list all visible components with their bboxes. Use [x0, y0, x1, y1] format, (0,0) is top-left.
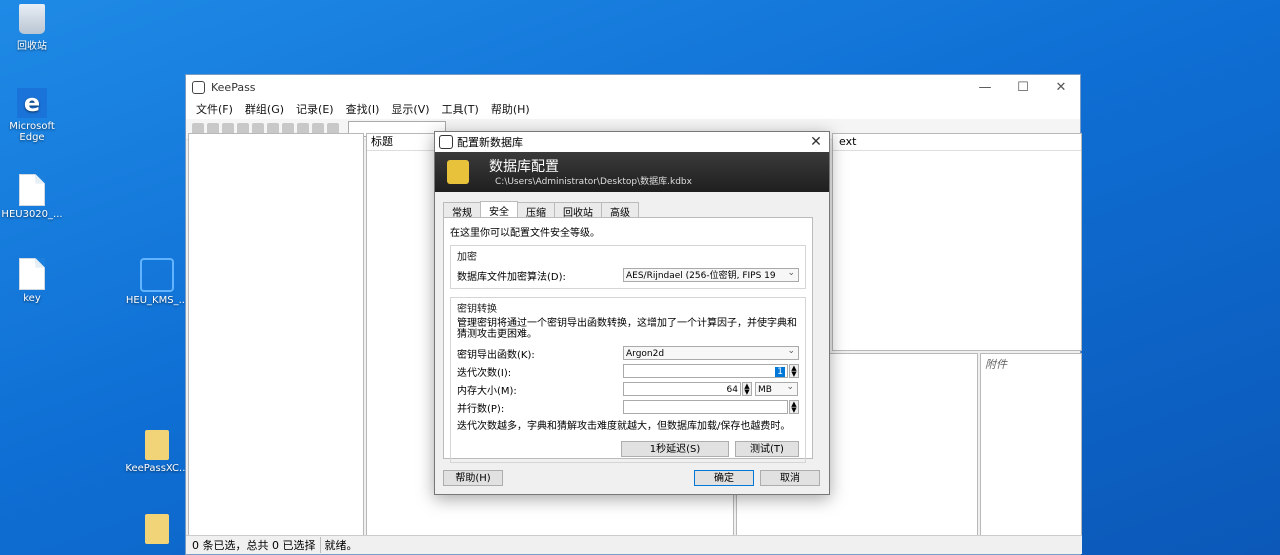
zip-folder-icon: [145, 514, 169, 544]
memory-unit-select[interactable]: MB: [755, 382, 798, 396]
key-transformation-group-title: 密钥转换: [457, 304, 497, 315]
menu-find[interactable]: 查找(I): [340, 101, 386, 117]
minimize-icon[interactable]: —: [966, 80, 1004, 95]
cancel-button[interactable]: 取消: [760, 470, 820, 486]
iterations-label: 迭代次数(I):: [457, 367, 512, 379]
ok-button[interactable]: 确定: [694, 470, 754, 486]
file-icon: [19, 174, 45, 206]
desktop-icon-heu-kms[interactable]: HEU_KMS_...: [122, 258, 192, 306]
desktop-icon-key[interactable]: key: [0, 258, 67, 304]
kms-app-icon: [140, 258, 174, 292]
encryption-group: 加密 数据库文件加密算法(D): AES/Rijndael (256-位密钥, …: [450, 245, 806, 289]
keepass-lock-icon: [439, 135, 453, 149]
desktop-icon-edge[interactable]: e Microsoft Edge: [0, 88, 67, 143]
memory-label: 内存大小(M):: [457, 385, 517, 397]
keepass-title-bar: KeePass — ☐ ✕: [186, 75, 1080, 99]
parallelism-input[interactable]: [623, 400, 788, 414]
dialog-title: 配置新数据库: [457, 136, 523, 149]
kdf-select[interactable]: Argon2d: [623, 346, 799, 360]
key-transformation-group: 密钥转换 管理密钥将通过一个密钥导出函数转换，这增加了一个计算因子，并使字典和猜…: [450, 297, 806, 463]
menu-entry[interactable]: 记录(E): [290, 101, 340, 117]
recycle-bin-icon: [19, 4, 45, 34]
desktop-icon-heu3020[interactable]: HEU3020_...: [0, 174, 67, 220]
status-ready: 就绪。: [324, 539, 358, 552]
banner-title: 数据库配置: [489, 159, 559, 175]
close-icon[interactable]: ✕: [803, 134, 829, 150]
menu-help[interactable]: 帮助(H): [485, 101, 536, 117]
desktop-icon-label: key: [23, 293, 41, 304]
menu-bar: 文件(F) 群组(G) 记录(E) 查找(I) 显示(V) 工具(T) 帮助(H…: [186, 99, 1080, 119]
dialog-title-bar: 配置新数据库 ✕: [435, 132, 829, 152]
desktop-icon-label: 回收站: [17, 41, 47, 52]
maximize-icon[interactable]: ☐: [1004, 80, 1042, 95]
attachments-header: 附件: [985, 358, 1007, 371]
banner-path: C:\Users\Administrator\Desktop\数据库.kdbx: [495, 177, 692, 187]
memory-input[interactable]: 64: [623, 382, 741, 396]
desktop-icon-label: HEU3020_...: [1, 209, 63, 220]
attachments-pane: 附件: [980, 353, 1082, 537]
dialog-banner: 数据库配置 C:\Users\Administrator\Desktop\数据库…: [435, 152, 829, 192]
parallelism-spinner[interactable]: ▲ ▼: [789, 400, 799, 414]
database-settings-dialog: 配置新数据库 ✕ 数据库配置 C:\Users\Administrator\De…: [434, 131, 830, 495]
preview-header: ext: [833, 134, 1081, 151]
kdf-description: 管理密钥将通过一个密钥导出函数转换，这增加了一个计算因子，并使字典和猜测攻击更困…: [457, 318, 797, 340]
menu-tools[interactable]: 工具(T): [436, 101, 485, 117]
desktop-icon-folder[interactable]: [122, 514, 192, 547]
entry-preview: ext: [832, 133, 1082, 351]
encryption-algorithm-label: 数据库文件加密算法(D):: [457, 271, 566, 283]
desktop-icon-keepassxc[interactable]: KeePassXC...: [122, 430, 192, 474]
file-icon: [19, 258, 45, 290]
menu-view[interactable]: 显示(V): [385, 101, 435, 117]
close-icon[interactable]: ✕: [1042, 80, 1080, 95]
status-bar: 0 条已选，总共 0 已选择 就绪。: [186, 535, 1082, 554]
memory-spinner[interactable]: ▲ ▼: [742, 382, 752, 396]
help-button[interactable]: 帮助(H): [443, 470, 503, 486]
menu-file[interactable]: 文件(F): [190, 101, 239, 117]
keepass-lock-icon: [192, 80, 205, 94]
window-title: KeePass: [211, 80, 256, 94]
security-intro: 在这里你可以配置文件安全等级。: [450, 228, 600, 239]
kdf-note: 迭代次数越多，字典和猜解攻击难度就越大，但数据库加载/保存也越费时。: [457, 421, 791, 432]
group-tree[interactable]: [188, 133, 364, 537]
desktop-icon-recycle-bin[interactable]: 回收站: [0, 4, 67, 52]
desktop-icon-label: Microsoft Edge: [9, 121, 55, 143]
one-second-delay-button[interactable]: 1秒延迟(S): [621, 441, 729, 457]
database-settings-icon: [447, 160, 469, 184]
security-tab-panel: 在这里你可以配置文件安全等级。 加密 数据库文件加密算法(D): AES/Rij…: [443, 217, 813, 463]
desktop-icon-label: HEU_KMS_...: [125, 295, 189, 306]
kdf-label: 密钥导出函数(K):: [457, 349, 535, 361]
zip-folder-icon: [145, 430, 169, 460]
encryption-algorithm-select[interactable]: AES/Rijndael (256-位密钥, FIPS 19: [623, 268, 799, 282]
encryption-group-title: 加密: [457, 252, 477, 263]
edge-icon: e: [17, 88, 47, 118]
parallelism-label: 并行数(P):: [457, 403, 505, 415]
desktop-icon-label: KeePassXC...: [125, 463, 189, 474]
status-selection: 0 条已选，总共 0 已选择: [188, 537, 321, 553]
iterations-input[interactable]: 1: [623, 364, 788, 378]
iterations-spinner[interactable]: ▲ ▼: [789, 364, 799, 378]
menu-group[interactable]: 群组(G): [239, 101, 290, 117]
test-button[interactable]: 测试(T): [735, 441, 799, 457]
